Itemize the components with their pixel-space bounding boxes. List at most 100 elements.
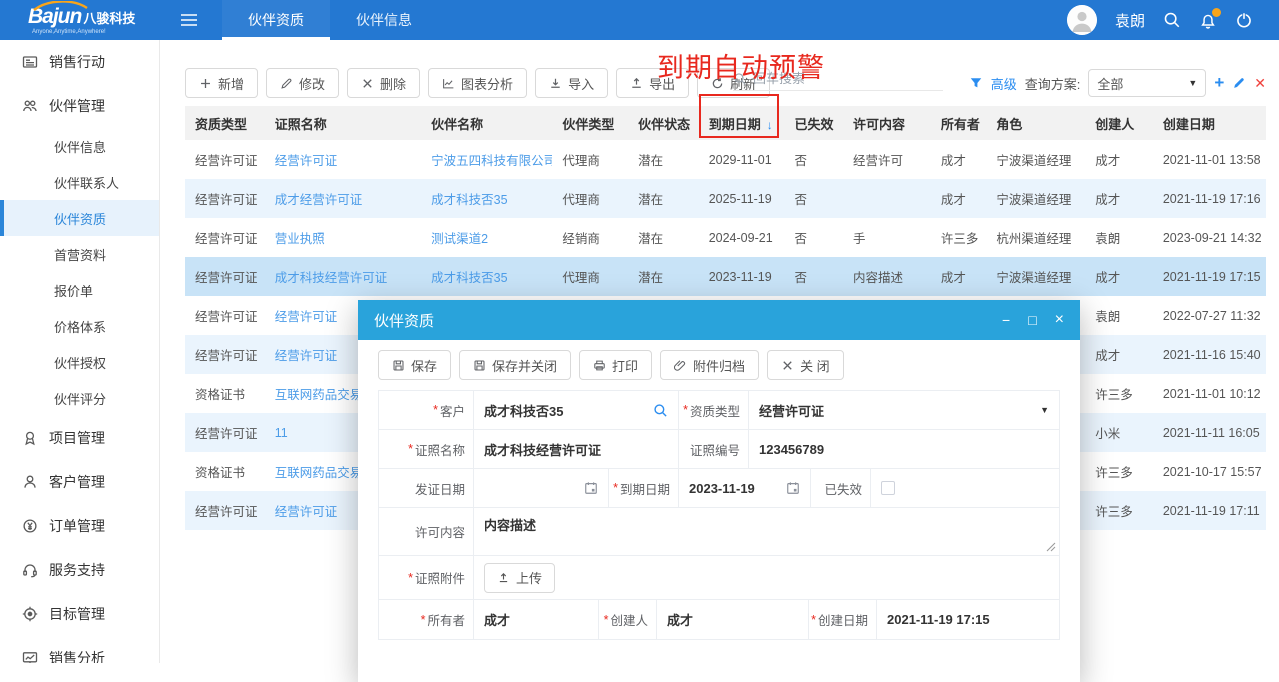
sidebar-item-伙伴信息[interactable]: 伙伴信息 (0, 128, 159, 164)
avatar[interactable] (1067, 5, 1097, 35)
owner-field[interactable]: 成才 (474, 600, 599, 639)
resize-grip-icon[interactable] (1046, 542, 1056, 552)
filter-funnel-icon[interactable] (969, 76, 983, 90)
service-icon (22, 562, 38, 578)
col-header-伙伴状态[interactable]: 伙伴状态 (628, 106, 699, 140)
cell: 否 (784, 257, 843, 296)
cell: 2021-11-11 16:05 (1153, 413, 1266, 452)
col-header-所有者[interactable]: 所有者 (931, 106, 987, 140)
cell: 代理商 (552, 140, 628, 179)
新增-button[interactable]: 新增 (185, 68, 258, 98)
notification-bell-icon[interactable] (1199, 11, 1217, 30)
sidebar-item-价格体系[interactable]: 价格体系 (0, 308, 159, 344)
customer-field[interactable]: 成才科技否35 (474, 391, 679, 429)
cell-link[interactable]: 成才科技否35 (421, 179, 552, 218)
upload-button[interactable]: 上传 (484, 563, 555, 593)
modal-附件归档-button[interactable]: 附件归档 (660, 350, 759, 380)
cell-link[interactable]: 成才科技否35 (421, 257, 552, 296)
content-textarea[interactable]: 内容描述 (474, 508, 1059, 555)
calendar-icon[interactable] (584, 481, 598, 495)
cell: 2021-10-17 15:57 (1153, 452, 1266, 491)
sidebar-item-伙伴评分[interactable]: 伙伴评分 (0, 380, 159, 416)
qualification-form: *客户 成才科技否35 *资质类型 经营许可证 ▼ *证照名称 成才科技经营许可… (378, 390, 1060, 640)
qual-type-select[interactable]: 经营许可证 ▼ (749, 391, 1059, 429)
table-row[interactable]: 经营许可证营业执照测试渠道2经销商潜在2024-09-21否手许三多杭州渠道经理… (185, 218, 1266, 257)
power-icon[interactable] (1235, 11, 1253, 29)
invalid-checkbox-cell (871, 469, 1059, 507)
calendar-icon[interactable] (786, 481, 800, 495)
sidebar-item-伙伴管理[interactable]: 伙伴管理 (0, 84, 159, 128)
menu-toggle-icon[interactable] (180, 13, 198, 27)
add-scheme-icon[interactable]: + (1214, 73, 1224, 93)
col-header-证照名称[interactable]: 证照名称 (265, 106, 421, 140)
query-scheme-select[interactable]: 全部 ▼ (1088, 69, 1206, 97)
table-row[interactable]: 经营许可证经营许可证宁波五四科技有限公司代理商潜在2029-11-01否经营许可… (185, 140, 1266, 179)
lookup-search-icon[interactable] (653, 403, 668, 418)
sidebar-item-label: 伙伴资质 (54, 209, 106, 228)
sidebar-item-报价单[interactable]: 报价单 (0, 272, 159, 308)
table-row[interactable]: 经营许可证成才经营许可证成才科技否35代理商潜在2025-11-19否成才宁波渠… (185, 179, 1266, 218)
issue-date-field[interactable] (474, 469, 609, 507)
sidebar-item-伙伴联系人[interactable]: 伙伴联系人 (0, 164, 159, 200)
col-header-创建人[interactable]: 创建人 (1085, 106, 1153, 140)
cell-link[interactable]: 营业执照 (265, 218, 421, 257)
sidebar-item-客户管理[interactable]: 客户管理 (0, 460, 159, 504)
creator-field[interactable]: 成才 (657, 600, 809, 639)
sidebar-item-订单管理[interactable]: 订单管理 (0, 504, 159, 548)
sidebar-item-销售分析[interactable]: 销售分析 (0, 636, 159, 663)
sidebar-item-项目管理[interactable]: 项目管理 (0, 416, 159, 460)
modal-保存-button[interactable]: 保存 (378, 350, 451, 380)
edit-scheme-icon[interactable] (1232, 76, 1246, 90)
sidebar-item-目标管理[interactable]: 目标管理 (0, 592, 159, 636)
delete-scheme-icon[interactable]: ✕ (1254, 75, 1266, 92)
col-header-许可内容[interactable]: 许可内容 (843, 106, 931, 140)
图表分析-button[interactable]: 图表分析 (428, 68, 527, 98)
修改-button[interactable]: 修改 (266, 68, 339, 98)
invalid-checkbox[interactable] (881, 481, 895, 495)
col-header-伙伴名称[interactable]: 伙伴名称 (421, 106, 552, 140)
advanced-search-link[interactable]: 高级 (991, 74, 1017, 93)
cell-link[interactable]: 成才科技经营许可证 (265, 257, 421, 296)
modal-打印-button[interactable]: 打印 (579, 350, 652, 380)
sidebar-item-服务支持[interactable]: 服务支持 (0, 548, 159, 592)
table-row[interactable]: 经营许可证成才科技经营许可证成才科技否35代理商潜在2023-11-19否内容描… (185, 257, 1266, 296)
cell: 宁波渠道经理 (986, 140, 1085, 179)
col-header-伙伴类型[interactable]: 伙伴类型 (552, 106, 628, 140)
sidebar-nav: 销售行动伙伴管理伙伴信息伙伴联系人伙伴资质首营资料报价单价格体系伙伴授权伙伴评分… (0, 40, 160, 663)
sidebar-item-首营资料[interactable]: 首营资料 (0, 236, 159, 272)
cell-link[interactable]: 宁波五四科技有限公司 (421, 140, 552, 179)
cert-no-field[interactable]: 123456789 (749, 430, 1059, 468)
cell-link[interactable]: 经营许可证 (265, 140, 421, 179)
col-header-资质类型[interactable]: 资质类型 (185, 106, 265, 140)
导入-button[interactable]: 导入 (535, 68, 608, 98)
col-header-角色[interactable]: 角色 (986, 106, 1085, 140)
cell-link[interactable]: 测试渠道2 (421, 218, 552, 257)
sidebar-item-label: 报价单 (54, 281, 93, 300)
cert-name-field[interactable]: 成才科技经营许可证 (474, 430, 679, 468)
col-header-创建日期[interactable]: 创建日期 (1153, 106, 1266, 140)
minimize-icon[interactable]: − (1002, 313, 1010, 327)
modal-保存并关闭-button[interactable]: 保存并关闭 (459, 350, 571, 380)
search-icon[interactable] (1163, 11, 1181, 29)
expire-date-field[interactable]: 2023-11-19 (679, 469, 811, 507)
cell-link[interactable]: 成才经营许可证 (265, 179, 421, 218)
create-date-label: *创建日期 (809, 600, 877, 639)
cell: 2029-11-01 (699, 140, 785, 179)
sidebar-item-销售行动[interactable]: 销售行动 (0, 40, 159, 84)
modal-关闭-button[interactable]: 关 闭 (767, 350, 844, 380)
sidebar-item-label: 目标管理 (49, 604, 105, 624)
删除-button[interactable]: 删除 (347, 68, 420, 98)
close-icon[interactable]: × (1055, 312, 1064, 328)
user-name[interactable]: 袁朗 (1115, 10, 1145, 31)
cell: 2023-09-21 14:32 (1153, 218, 1266, 257)
sidebar-item-伙伴授权[interactable]: 伙伴授权 (0, 344, 159, 380)
sidebar-item-label: 伙伴管理 (49, 96, 105, 116)
maximize-icon[interactable]: □ (1028, 313, 1036, 327)
cell: 2021-11-16 15:40 (1153, 335, 1266, 374)
tab-伙伴信息[interactable]: 伙伴信息 (330, 0, 438, 40)
cell: 资格证书 (185, 452, 265, 491)
col-header-已失效[interactable]: 已失效 (784, 106, 843, 140)
tab-伙伴资质[interactable]: 伙伴资质 (222, 0, 330, 40)
modal-toolbar: 保存保存并关闭打印附件归档关 闭 (358, 340, 1080, 388)
sidebar-item-伙伴资质[interactable]: 伙伴资质 (0, 200, 159, 236)
